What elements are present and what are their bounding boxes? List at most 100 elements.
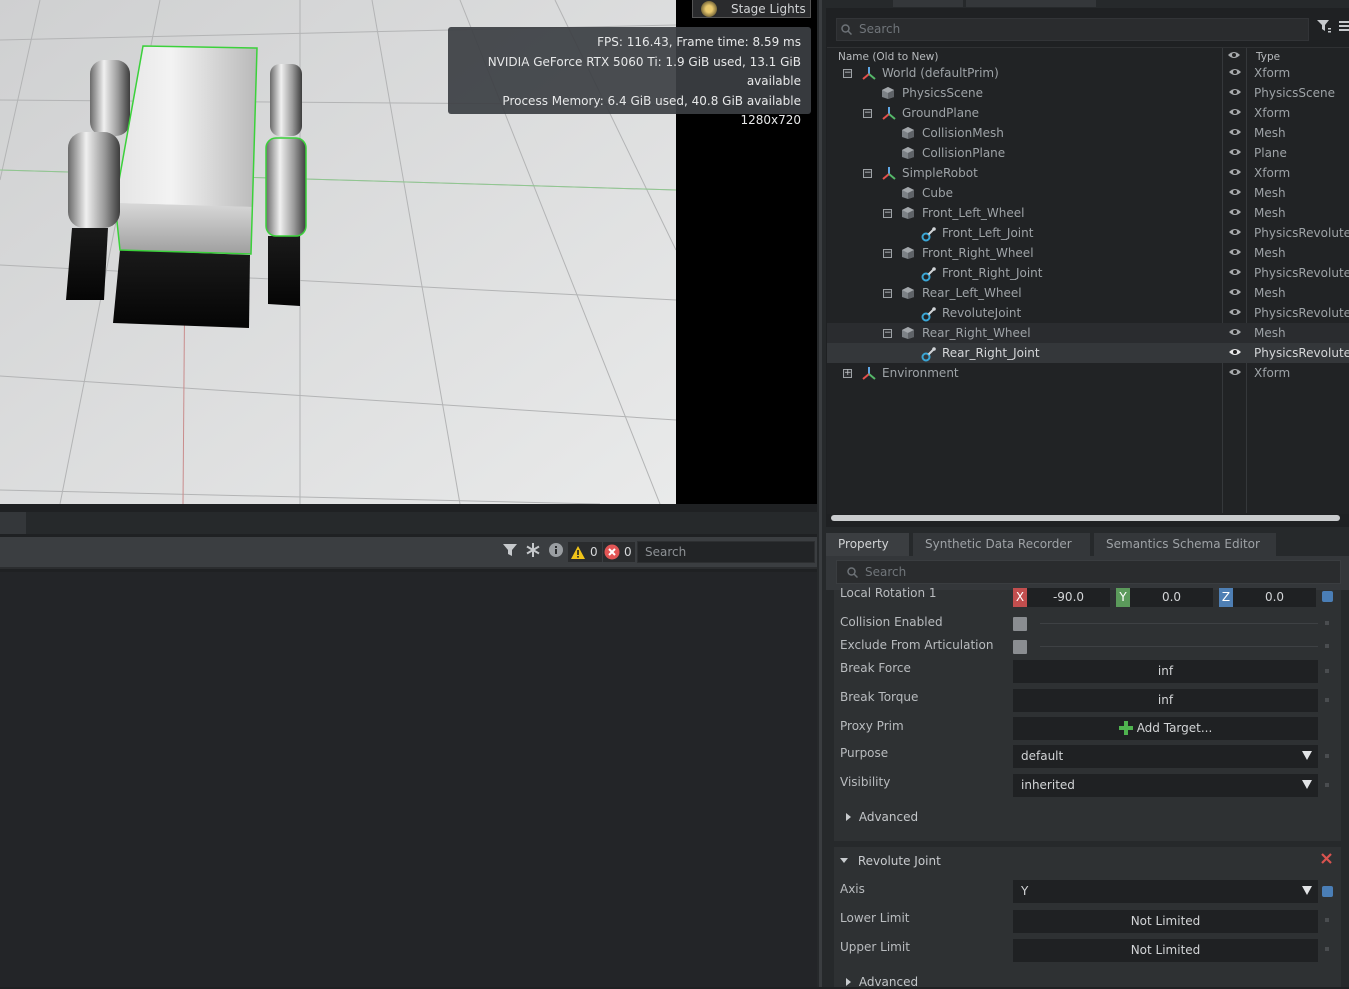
exclude-articulation-checkbox[interactable]: [1013, 640, 1027, 654]
tab-semantics-schema-editor[interactable]: Semantics Schema Editor: [1094, 533, 1276, 556]
default-indicator[interactable]: [1325, 947, 1329, 951]
stage-tree-row[interactable]: − Rear_Left_Wheel Mesh: [827, 283, 1349, 303]
visibility-eye-icon[interactable]: [1228, 285, 1242, 299]
stage-tree-row[interactable]: − Front_Right_Wheel Mesh: [827, 243, 1349, 263]
visibility-eye-icon[interactable]: [1228, 305, 1242, 319]
visibility-eye-icon[interactable]: [1228, 225, 1242, 239]
default-indicator[interactable]: [1325, 918, 1329, 922]
collapse-icon[interactable]: −: [883, 329, 892, 338]
rear-left-wheel[interactable]: [90, 60, 130, 136]
collision-enabled-checkbox[interactable]: [1013, 617, 1027, 631]
stage-row-name: Front_Left_Joint: [942, 226, 1034, 240]
collapse-icon[interactable]: −: [883, 249, 892, 258]
purpose-dropdown[interactable]: default: [1013, 745, 1318, 768]
default-indicator[interactable]: [1325, 644, 1329, 648]
stage-lights-button[interactable]: Stage Lights: [692, 0, 811, 18]
rotation-z-field[interactable]: 0.0: [1233, 588, 1316, 607]
visibility-eye-icon[interactable]: [1228, 165, 1242, 179]
default-indicator[interactable]: [1325, 783, 1329, 787]
panel-splitter[interactable]: [817, 0, 826, 987]
column-header-name[interactable]: Name (Old to New): [838, 51, 938, 63]
visibility-eye-icon[interactable]: [1228, 265, 1242, 279]
remove-component-icon[interactable]: [1321, 853, 1332, 864]
column-header-type[interactable]: Type: [1256, 51, 1280, 63]
stage-tree-row[interactable]: Front_Right_Joint PhysicsRevolute: [827, 263, 1349, 283]
collapse-icon[interactable]: −: [863, 109, 872, 118]
stage-tree-row[interactable]: − Rear_Right_Wheel Mesh: [827, 323, 1349, 343]
visibility-eye-icon[interactable]: [1228, 85, 1242, 99]
visibility-eye-icon[interactable]: [1228, 365, 1242, 379]
local-rotation-label: Local Rotation 1: [840, 586, 937, 600]
robot-body-front[interactable]: [115, 203, 253, 254]
viewport[interactable]: Stage Lights FPS: 116.43, Frame time: 8.…: [0, 0, 817, 504]
visibility-dropdown[interactable]: inherited: [1013, 774, 1318, 797]
rear-right-wheel[interactable]: [270, 64, 302, 136]
visibility-eye-icon[interactable]: [1228, 325, 1242, 339]
dropdown-arrow-icon: [1302, 780, 1312, 789]
hamburger-menu-icon[interactable]: [1339, 18, 1349, 38]
stage-tree-row[interactable]: Cube Mesh: [827, 183, 1349, 203]
collapse-icon[interactable]: −: [883, 289, 892, 298]
visibility-eye-icon[interactable]: [1228, 125, 1242, 139]
default-indicator[interactable]: [1325, 698, 1329, 702]
stage-tree-row[interactable]: RevoluteJoint PhysicsRevolute: [827, 303, 1349, 323]
visibility-eye-icon[interactable]: [1228, 185, 1242, 199]
stage-tree-row[interactable]: CollisionMesh Mesh: [827, 123, 1349, 143]
stage-tree-row[interactable]: − World (defaultPrim) Xform: [827, 63, 1349, 83]
stage-tree-row[interactable]: PhysicsScene PhysicsScene: [827, 83, 1349, 103]
stage-horizontal-scrollbar[interactable]: [831, 515, 1340, 521]
stage-tree-row[interactable]: − Front_Left_Wheel Mesh: [827, 203, 1349, 223]
default-indicator[interactable]: [1325, 669, 1329, 673]
collapse-icon[interactable]: −: [843, 69, 852, 78]
asterisk-icon[interactable]: [524, 542, 542, 562]
collapse-icon[interactable]: −: [863, 169, 872, 178]
rotation-modified-indicator[interactable]: [1322, 591, 1333, 602]
tab-render-settings[interactable]: [966, 0, 1096, 7]
visibility-eye-icon[interactable]: [1228, 145, 1242, 159]
default-indicator[interactable]: [1325, 621, 1329, 625]
front-left-wheel[interactable]: [68, 132, 120, 228]
axis-z-badge: Z: [1219, 588, 1233, 607]
advanced-collapsible[interactable]: Advanced: [846, 810, 918, 824]
revolute-joint-title-row[interactable]: Revolute Joint: [840, 854, 941, 868]
visibility-eye-icon[interactable]: [1228, 105, 1242, 119]
tab-layer[interactable]: [893, 0, 963, 7]
stage-tree-row[interactable]: Rear_Right_Joint PhysicsRevolute: [827, 343, 1349, 363]
visibility-eye-icon[interactable]: [1228, 345, 1242, 359]
visibility-eye-icon[interactable]: [1228, 245, 1242, 259]
lower-limit-field[interactable]: Not Limited: [1013, 910, 1318, 933]
stage-tree-row[interactable]: − GroundPlane Xform: [827, 103, 1349, 123]
rotation-x-field[interactable]: -90.0: [1027, 588, 1110, 607]
axis-dropdown[interactable]: Y: [1013, 880, 1318, 903]
stage-tree-row[interactable]: CollisionPlane Plane: [827, 143, 1349, 163]
stage-search-input[interactable]: Search: [836, 18, 1309, 41]
console-output[interactable]: [0, 572, 817, 987]
tab-synthetic-data-recorder[interactable]: Synthetic Data Recorder: [913, 533, 1090, 556]
upper-limit-field[interactable]: Not Limited: [1013, 939, 1318, 962]
stage-tree-row[interactable]: − SimpleRobot Xform: [827, 163, 1349, 183]
rotation-y-field[interactable]: 0.0: [1130, 588, 1213, 607]
console-tab[interactable]: [0, 512, 26, 534]
warning-filter[interactable]: 0: [568, 542, 602, 562]
stage-filter-icon[interactable]: [1316, 18, 1334, 38]
viewport-stats-overlay: FPS: 116.43, Frame time: 8.59 ms NVIDIA …: [448, 27, 811, 127]
property-search-input[interactable]: Search: [836, 560, 1341, 584]
tab-property[interactable]: Property: [826, 533, 909, 556]
info-icon[interactable]: [547, 542, 565, 562]
console-search-input[interactable]: Search: [637, 541, 815, 563]
stage-tree-row[interactable]: Front_Left_Joint PhysicsRevolute: [827, 223, 1349, 243]
expand-icon[interactable]: +: [843, 369, 852, 378]
add-target-button[interactable]: Add Target...: [1013, 717, 1318, 740]
stage-tree-row[interactable]: + Environment Xform: [827, 363, 1349, 383]
collapse-icon[interactable]: −: [883, 209, 892, 218]
visibility-eye-icon[interactable]: [1228, 65, 1242, 79]
filter-icon[interactable]: [501, 542, 519, 562]
joint-icon: [921, 346, 936, 362]
break-force-field[interactable]: inf: [1013, 660, 1318, 683]
break-torque-field[interactable]: inf: [1013, 689, 1318, 712]
axis-modified-indicator[interactable]: [1322, 886, 1333, 897]
error-filter[interactable]: 0: [603, 542, 635, 562]
default-indicator[interactable]: [1325, 754, 1329, 758]
visibility-eye-icon[interactable]: [1228, 205, 1242, 219]
front-right-wheel[interactable]: [265, 137, 307, 237]
